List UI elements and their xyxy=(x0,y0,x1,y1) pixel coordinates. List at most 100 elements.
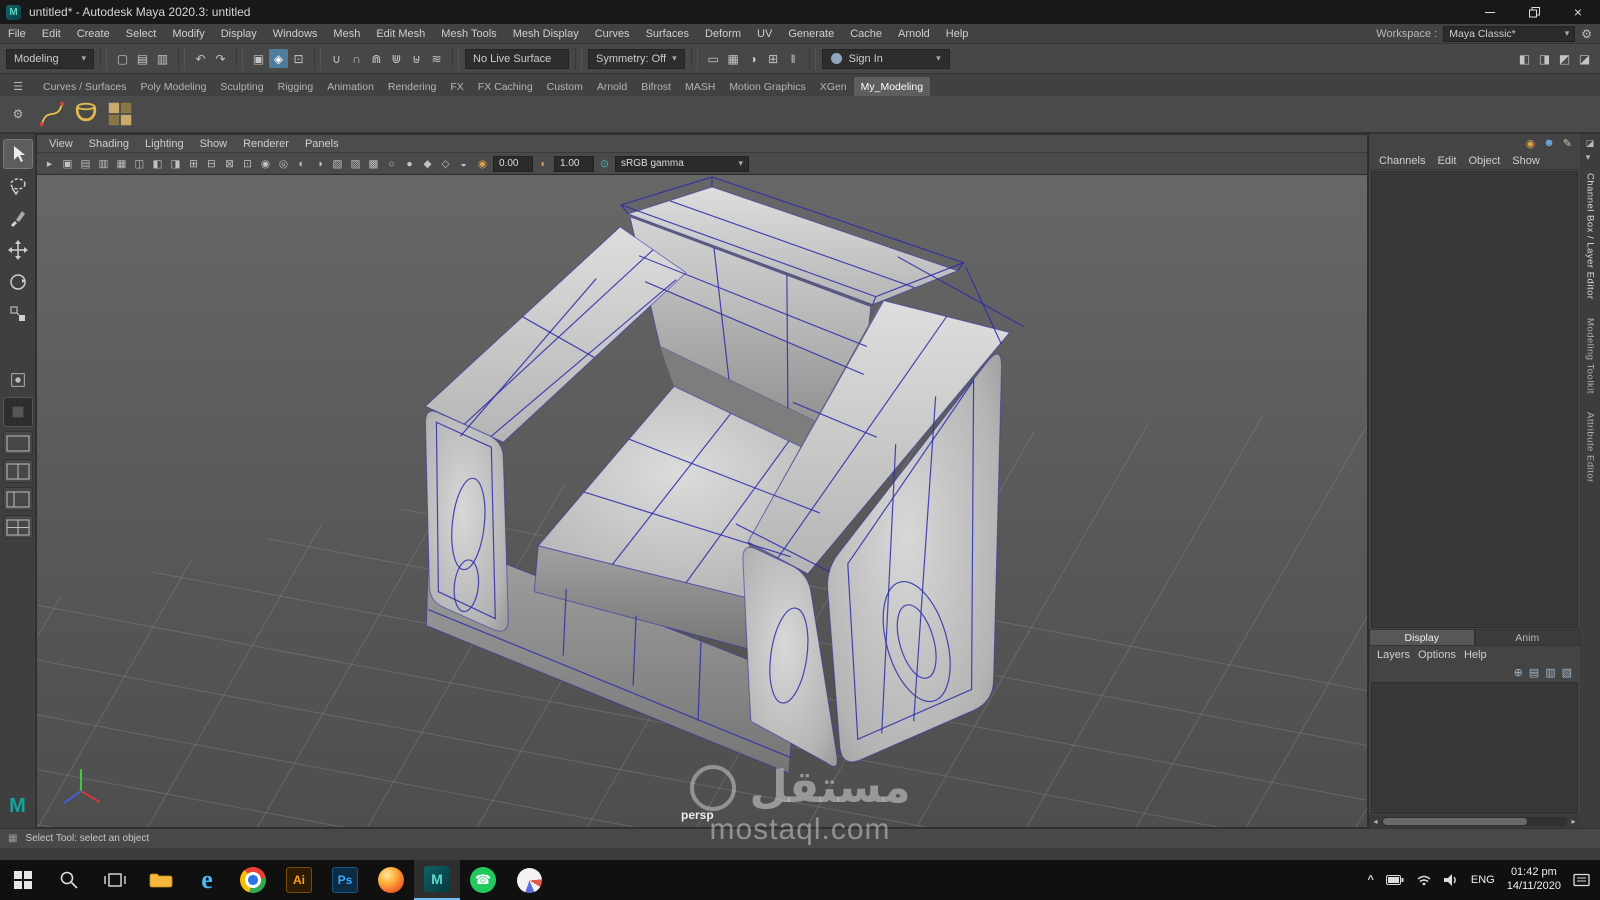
shelf-tab[interactable]: Poly Modeling xyxy=(133,77,213,96)
channel-box-menu-item[interactable]: Object xyxy=(1464,155,1504,167)
menu-item[interactable]: File xyxy=(0,28,34,40)
menu-item[interactable]: Generate xyxy=(780,28,842,40)
rotate-tool-button[interactable] xyxy=(4,268,32,296)
workspace-settings-icon[interactable]: ⚙ xyxy=(1581,27,1592,41)
layer-editor-menu-item[interactable]: Layers xyxy=(1373,649,1414,661)
menu-set-selector[interactable]: Modeling ▾ xyxy=(6,48,94,69)
tray-expand-icon[interactable]: ^ xyxy=(1367,874,1373,886)
viewport-toolbar-icon[interactable]: ▤ xyxy=(77,155,94,172)
viewport-menu-item[interactable]: Lighting xyxy=(137,138,192,150)
shelf-tab[interactable]: Animation xyxy=(320,77,381,96)
menu-item[interactable]: Mesh Tools xyxy=(433,28,504,40)
edge-button[interactable]: e xyxy=(184,860,230,900)
maya-taskbar-button[interactable]: M xyxy=(414,860,460,900)
taskbar-clock[interactable]: 01:42 pm 14/11/2020 xyxy=(1507,866,1561,894)
menu-item[interactable]: Modify xyxy=(164,28,212,40)
menu-item[interactable]: Create xyxy=(69,28,118,40)
shelf-tab[interactable]: Rigging xyxy=(271,77,321,96)
viewport-toolbar-icon[interactable]: ⊟ xyxy=(203,155,220,172)
snap-icon[interactable]: ⊎ xyxy=(407,49,426,68)
scroll-left-icon[interactable]: ◂ xyxy=(1369,817,1382,826)
exposure-field[interactable]: 0.00 xyxy=(493,155,533,172)
viewport-toolbar-icon[interactable]: ◫ xyxy=(131,155,148,172)
four-view-shelf-button[interactable] xyxy=(104,98,136,130)
menu-item[interactable]: Surfaces xyxy=(638,28,697,40)
render-icon[interactable]: ▦ xyxy=(724,49,743,68)
file-explorer-button[interactable] xyxy=(138,860,184,900)
shelf-tab[interactable]: Bifrost xyxy=(634,77,678,96)
layer-list[interactable] xyxy=(1371,682,1578,814)
snap-icon[interactable]: ∩ xyxy=(347,49,366,68)
viewport-menu-item[interactable]: Renderer xyxy=(235,138,297,150)
viewport-toolbar-icon[interactable]: ◧ xyxy=(149,155,166,172)
scrollbar-track[interactable] xyxy=(1382,817,1567,826)
speaker-icon[interactable] xyxy=(1443,874,1459,886)
viewport-menu-item[interactable]: View xyxy=(41,138,81,150)
gamma-field[interactable]: 1.00 xyxy=(554,155,594,172)
lasso-tool-button[interactable] xyxy=(4,172,32,200)
viewport-canvas[interactable]: persp xyxy=(37,175,1367,827)
sign-in-button[interactable]: Sign In ▾ xyxy=(821,48,950,69)
menu-item[interactable]: Display xyxy=(213,28,265,40)
custom-tool-button[interactable] xyxy=(4,366,32,394)
panel-side-tab[interactable]: Modeling Toolkit xyxy=(1585,318,1596,394)
workspace-selector[interactable]: Maya Classic* ▾ xyxy=(1443,25,1576,42)
viewport-toolbar-icon[interactable]: ● xyxy=(401,155,418,172)
task-view-button[interactable] xyxy=(92,860,138,900)
viewport-menu-item[interactable]: Show xyxy=(192,138,236,150)
viewport-toolbar-icon[interactable]: ◨ xyxy=(167,155,184,172)
menu-item[interactable]: Mesh Display xyxy=(505,28,587,40)
firefox-button[interactable] xyxy=(368,860,414,900)
viewport-toolbar-icon[interactable]: ▦ xyxy=(113,155,130,172)
viewport-toolbar-icon[interactable]: ◎ xyxy=(275,155,292,172)
layer-scrollbar[interactable]: ◂ ▸ xyxy=(1369,815,1580,828)
viewport-toolbar-icon[interactable]: ⊠ xyxy=(221,155,238,172)
snap-icon[interactable]: ⋒ xyxy=(367,49,386,68)
restore-button[interactable] xyxy=(1512,0,1556,24)
channel-box-menu-item[interactable]: Show xyxy=(1508,155,1544,167)
shelf-menu-icon[interactable]: ☰ xyxy=(0,80,36,96)
battery-icon[interactable] xyxy=(1385,875,1404,885)
layer-op-icon[interactable]: ▧ xyxy=(1562,666,1572,679)
menu-item[interactable]: Deform xyxy=(697,28,749,40)
viewport-toolbar-icon[interactable]: ▨ xyxy=(347,155,364,172)
menu-item[interactable]: Windows xyxy=(265,28,326,40)
color-management-icon[interactable]: ⊙ xyxy=(596,155,613,172)
chevron-down-icon[interactable]: ▾ xyxy=(936,53,941,64)
illustrator-button[interactable]: Ai xyxy=(276,860,322,900)
shelf-tab[interactable]: Curves / Surfaces xyxy=(36,77,133,96)
select-tool-button[interactable] xyxy=(2,139,33,169)
undo-redo-icon[interactable]: ↷ xyxy=(211,49,230,68)
viewport-toolbar-icon[interactable]: ▸ xyxy=(41,155,58,172)
paint-select-tool-button[interactable] xyxy=(4,204,32,232)
panel-toggle-icon[interactable]: ◩ xyxy=(1555,49,1574,68)
live-surface-field[interactable]: No Live Surface xyxy=(465,48,569,69)
menu-item[interactable]: Mesh xyxy=(325,28,368,40)
panel-toggle-icon[interactable]: ◧ xyxy=(1515,49,1534,68)
select-mode-icon[interactable]: ⊡ xyxy=(289,49,308,68)
viewport-toolbar-icon[interactable]: ○ xyxy=(383,155,400,172)
panel-toggle-icon[interactable]: ◪ xyxy=(1575,49,1594,68)
layout-four-pane-button[interactable] xyxy=(2,515,33,539)
viewport-toolbar-icon[interactable]: ◒ xyxy=(455,155,472,172)
action-center-icon[interactable] xyxy=(1573,873,1590,887)
render-icon[interactable]: ◑ xyxy=(744,49,763,68)
minimize-button[interactable] xyxy=(1468,0,1512,24)
shelf-tab[interactable]: Custom xyxy=(540,77,590,96)
scrollbar-thumb[interactable] xyxy=(1383,818,1528,825)
menu-item[interactable]: Edit Mesh xyxy=(368,28,433,40)
snap-icon[interactable]: ∪ xyxy=(327,49,346,68)
misc-app-button[interactable] xyxy=(506,860,552,900)
menu-item[interactable]: Select xyxy=(118,28,165,40)
panel-side-tab[interactable]: Attribute Editor xyxy=(1585,412,1596,483)
menu-item[interactable]: UV xyxy=(749,28,780,40)
viewport-toolbar-icon[interactable]: ▧ xyxy=(329,155,346,172)
viewport-menu-item[interactable]: Shading xyxy=(81,138,137,150)
snap-icon[interactable]: ⋓ xyxy=(387,49,406,68)
viewport-menu-item[interactable]: Panels xyxy=(297,138,347,150)
last-tool-slot[interactable] xyxy=(2,397,33,427)
viewport-toolbar-icon[interactable]: ▩ xyxy=(365,155,382,172)
shelf-tab[interactable]: FX xyxy=(443,77,470,96)
file-operation-icon[interactable]: ▢ xyxy=(113,49,132,68)
shelf-tab[interactable]: MASH xyxy=(678,77,722,96)
